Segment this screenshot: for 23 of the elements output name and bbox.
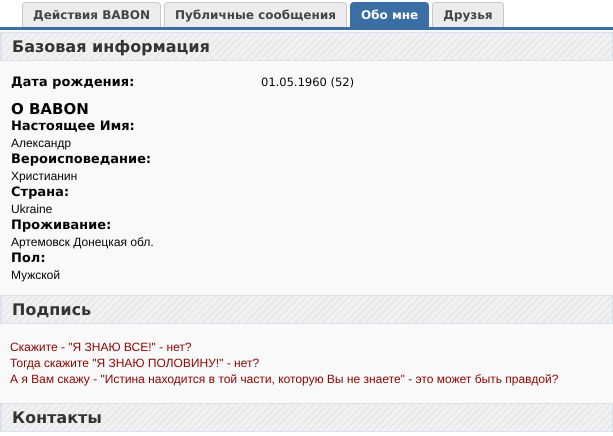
tab[interactable]: Обо мне (350, 2, 430, 27)
tab[interactable]: Публичные сообщения (164, 2, 347, 27)
field-label: Вероисповедание: (11, 151, 152, 168)
signature-line: Скажите - "Я ЗНАЮ ВСЕ!" - нет? (10, 339, 193, 355)
section-header: Базовая информация (0, 32, 613, 61)
tab[interactable]: Друзья (432, 2, 504, 27)
field-label: Пол: (11, 250, 47, 267)
field-label: Настоящее Имя: (11, 118, 136, 135)
tab[interactable]: Действия BABON (22, 2, 162, 27)
field-label: Проживание: (11, 217, 112, 234)
field-value: Артемовск Донецкая обл. (11, 234, 155, 250)
field-value: Ukraine (11, 201, 54, 217)
field-label: Дата рождения: (11, 75, 136, 90)
field-value: 01.05.1960 (52) (261, 75, 354, 89)
signature-line: А я Вам скажу - "Истина находится в той части, которую Вы не знаете" - это может быть правдой? (10, 371, 560, 387)
field-value: Александр (11, 135, 72, 151)
section-header: Контакты (0, 403, 613, 432)
about-title: О BABON (11, 100, 90, 118)
field-value: Мужской (11, 267, 62, 283)
signature-line: Тогда скажите "Я ЗНАЮ ПОЛОВИНУ!" - нет? (10, 355, 260, 371)
field-value: Христианин (11, 168, 78, 184)
field-label: Страна: (11, 184, 70, 201)
section-header: Подпись (0, 295, 613, 324)
